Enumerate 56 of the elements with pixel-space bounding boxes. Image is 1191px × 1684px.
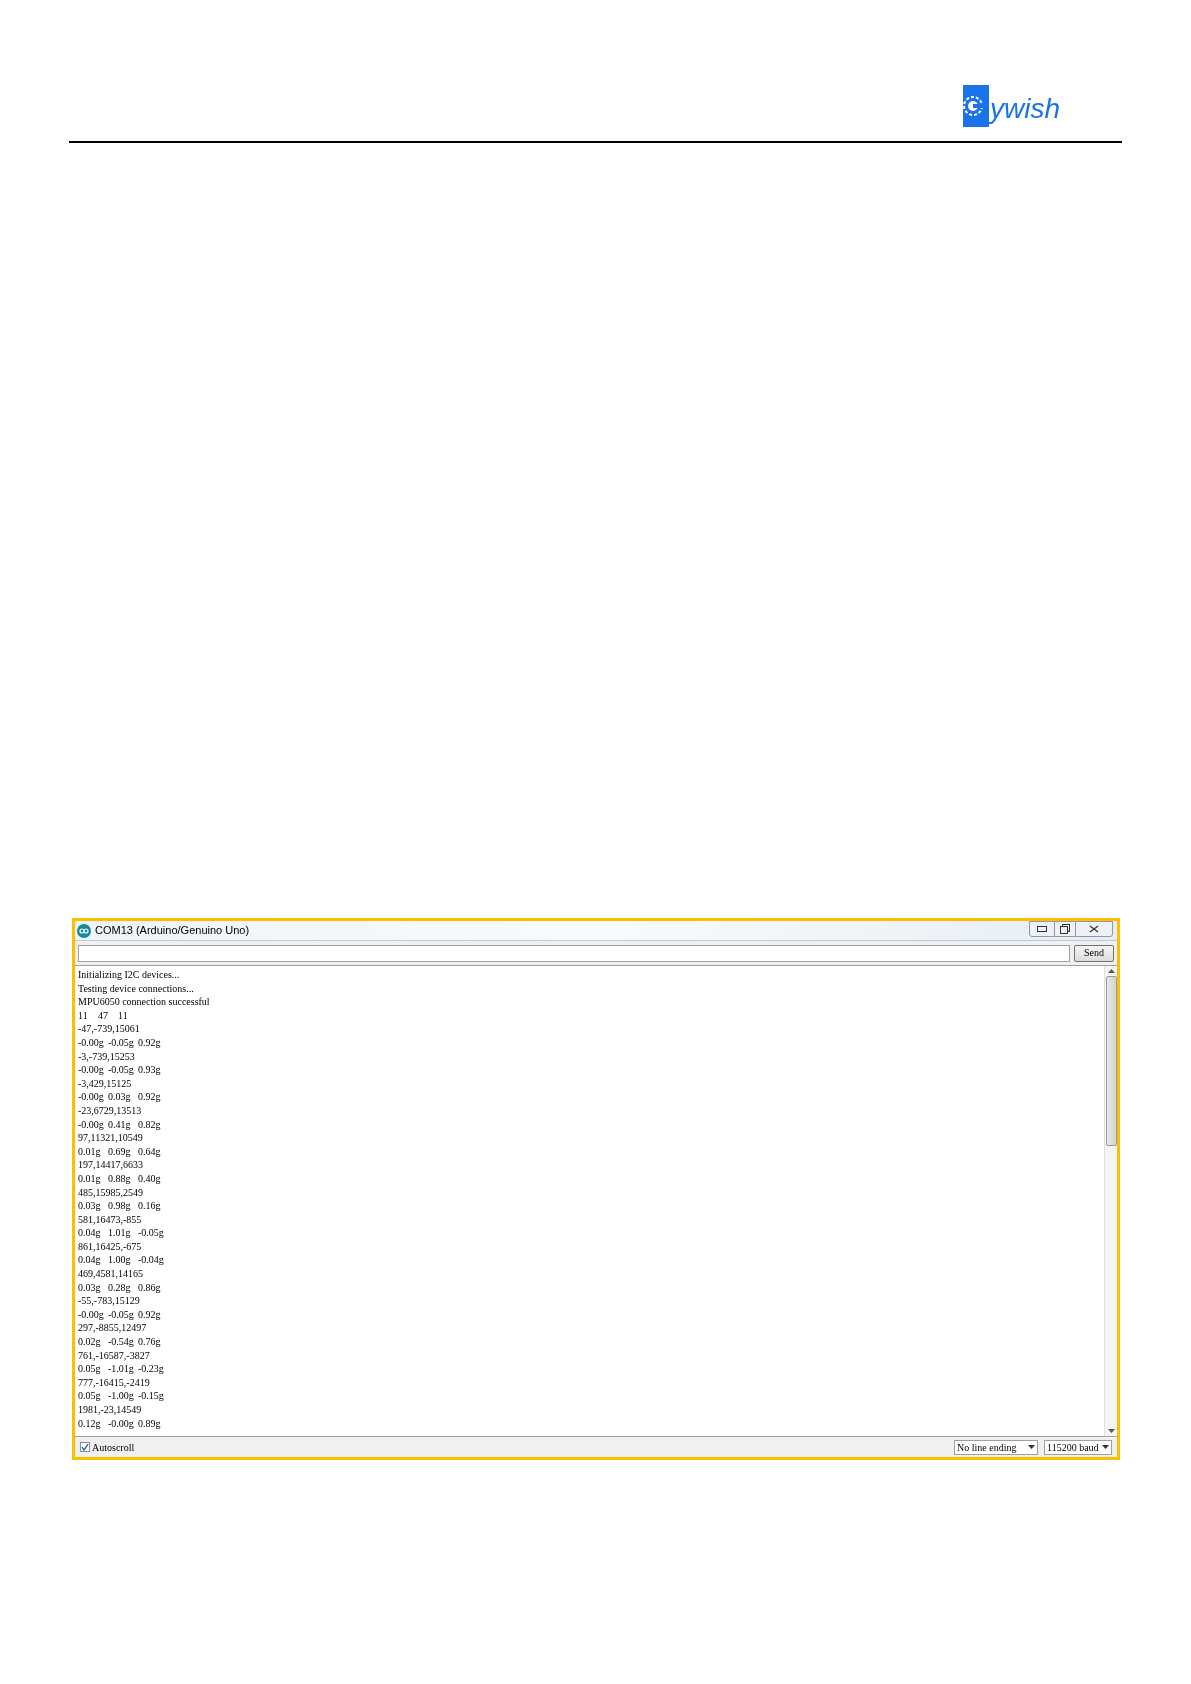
caret-icon bbox=[1028, 1445, 1035, 1449]
output-line: 0.04g 1.01g -0.05g bbox=[78, 1226, 165, 1240]
output-line: 469,4581,14165 bbox=[78, 1267, 144, 1281]
output-line: 0.12g -0.00g 0.89g bbox=[78, 1416, 162, 1431]
output-line: -3,429,15125 bbox=[78, 1076, 133, 1091]
restore-icon bbox=[1060, 924, 1070, 934]
output-line: -0.00g -0.05g 0.92g bbox=[78, 1035, 162, 1050]
output-line: -0.00g 0.41g 0.82g bbox=[78, 1117, 162, 1132]
output-line: 97,11321,10549 bbox=[78, 1131, 144, 1145]
autoscroll-checkbox[interactable] bbox=[80, 1442, 90, 1452]
output-line: 761,-16587,-3827 bbox=[78, 1348, 151, 1363]
gear-logo-icon bbox=[963, 85, 989, 127]
output-line: 197,14417,6633 bbox=[78, 1158, 144, 1172]
output-line: 297,-8855,12497 bbox=[78, 1321, 148, 1336]
output-line: 777,-16415,-2419 bbox=[78, 1375, 151, 1390]
output-line: 0.03g 0.28g 0.86g bbox=[78, 1280, 162, 1295]
output-line: -0.00g 0.03g 0.92g bbox=[78, 1090, 162, 1104]
minimize-button[interactable] bbox=[1029, 921, 1055, 937]
output-line: -23,6729,13513 bbox=[78, 1103, 143, 1118]
output-line: 485,15985,2549 bbox=[78, 1185, 144, 1200]
infinity-logo-icon bbox=[77, 923, 91, 938]
close-icon bbox=[1089, 925, 1099, 933]
output-line: 0.03g 0.98g 0.16g bbox=[78, 1199, 162, 1213]
output-line: 0.01g 0.69g 0.64g bbox=[78, 1144, 162, 1159]
scroll-up-icon[interactable] bbox=[1107, 969, 1115, 973]
output-line: 0.05g -1.00g -0.15g bbox=[78, 1389, 165, 1403]
output-line: 581,16473,-855 bbox=[78, 1212, 143, 1227]
restore-button[interactable] bbox=[1055, 921, 1075, 937]
output-line: Testing device connections... bbox=[78, 981, 195, 996]
output-line: 0.04g 1.00g -0.04g bbox=[78, 1253, 165, 1268]
output-line: 1981,-23,14549 bbox=[78, 1403, 143, 1417]
message-input[interactable] bbox=[78, 944, 1070, 962]
output-line: 0.01g 0.88g 0.40g bbox=[78, 1171, 162, 1186]
output-line: 861,16425,-675 bbox=[78, 1239, 143, 1254]
window-title: COM13 (Arduino/Genuino Uno) bbox=[95, 923, 250, 939]
autoscroll-label: Autoscroll bbox=[92, 1440, 135, 1455]
baud-rate-dropdown[interactable]: 115200 baud bbox=[1044, 1439, 1112, 1455]
minimize-icon bbox=[1037, 926, 1047, 932]
output-line: Initializing I2C devices... bbox=[78, 968, 181, 982]
output-line: 0.02g -0.54g 0.76g bbox=[78, 1335, 162, 1349]
output-line: 11 47 11 bbox=[78, 1008, 129, 1023]
scrollbar-thumb[interactable] bbox=[1105, 976, 1117, 1146]
logo-text: ywish bbox=[990, 95, 1060, 123]
scroll-down-icon[interactable] bbox=[1107, 1429, 1115, 1433]
output-line: 0.05g -1.01g -0.23g bbox=[78, 1362, 165, 1376]
send-button[interactable]: Send bbox=[1074, 944, 1114, 962]
close-button[interactable] bbox=[1075, 921, 1113, 937]
caret-icon bbox=[1102, 1445, 1109, 1449]
output-line: -3,-739,15253 bbox=[78, 1049, 136, 1064]
output-line: -47,-739,15061 bbox=[78, 1022, 141, 1036]
output-line: MPU6050 connection successful bbox=[78, 995, 211, 1009]
output-line: -0.00g -0.05g 0.93g bbox=[78, 1063, 162, 1077]
output-line: -0.00g -0.05g 0.92g bbox=[78, 1307, 162, 1322]
scrollbar[interactable] bbox=[1104, 966, 1117, 1436]
line-ending-dropdown[interactable]: No line ending bbox=[954, 1439, 1038, 1455]
output-line: -55,-783,15129 bbox=[78, 1294, 141, 1308]
